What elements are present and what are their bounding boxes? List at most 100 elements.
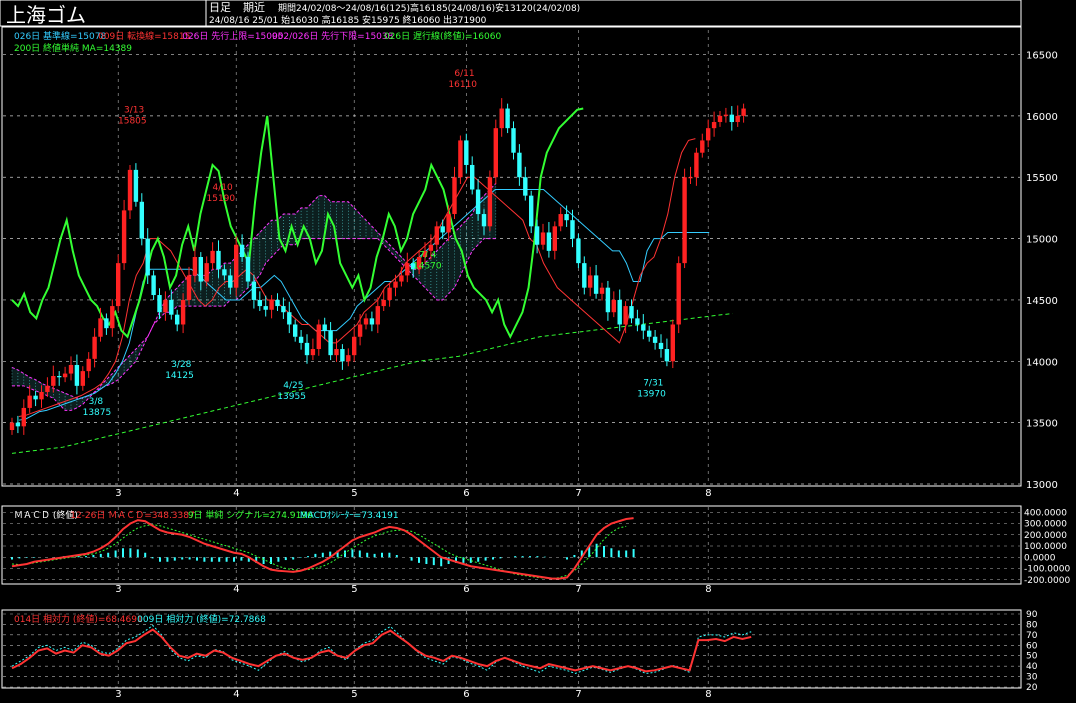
candle-body xyxy=(139,201,144,239)
candle-body xyxy=(310,349,316,356)
candle-body xyxy=(74,364,80,386)
candle-body xyxy=(682,177,687,264)
candle-body xyxy=(676,263,681,325)
candle-body xyxy=(222,269,227,276)
y-tick-label: 15000 xyxy=(1026,235,1058,246)
x-tick-label: 5 xyxy=(351,584,357,595)
candle-body xyxy=(375,306,380,325)
annotation-price: 15190 xyxy=(207,194,236,204)
macd-y-tick-label: -100.0000 xyxy=(1024,565,1070,575)
x-tick-label: 3 xyxy=(115,584,121,595)
candle-body xyxy=(458,140,463,178)
candles xyxy=(9,98,746,435)
candle-body xyxy=(464,140,469,165)
rsi-y-tick-label: 30 xyxy=(1026,673,1038,683)
candle-body xyxy=(652,336,658,343)
macd-panel xyxy=(11,517,635,580)
y-tick-label: 16500 xyxy=(1026,51,1058,62)
candle-body xyxy=(564,214,569,221)
candle-body xyxy=(570,220,575,239)
candle-body xyxy=(92,336,97,359)
macd-y-tick-label: 300.0000 xyxy=(1024,520,1067,530)
candle-body xyxy=(316,324,321,350)
rsi-y-tick-label: 80 xyxy=(1026,620,1038,630)
candle-body xyxy=(39,391,44,400)
macd-y-tick-label: 0.0000 xyxy=(1024,553,1056,563)
y-tick-label: 16000 xyxy=(1026,112,1058,123)
main-panel-frame xyxy=(1,26,1022,487)
annotation-date: 3/13 xyxy=(124,106,144,116)
candle-body xyxy=(499,108,504,129)
candle-body xyxy=(346,355,351,362)
candle-body xyxy=(588,275,593,288)
candle-body xyxy=(405,263,410,276)
candle-body xyxy=(706,128,711,141)
candle-body xyxy=(281,306,286,313)
rsi-y-tick-label: 60 xyxy=(1026,641,1038,651)
y-tick-label: 14000 xyxy=(1026,357,1058,368)
rsi14-line xyxy=(11,628,752,673)
candle-body xyxy=(735,115,740,123)
candle-body xyxy=(151,275,156,296)
candle-body xyxy=(121,210,127,264)
x-tick-label: 3 xyxy=(115,689,121,700)
rsi-legend-entry: 009日 相対力 (終値)=72.7868 xyxy=(137,613,266,625)
x-tick-label: 4 xyxy=(233,689,239,700)
candle-body xyxy=(169,299,174,315)
rsi-y-tick-label: 40 xyxy=(1026,662,1038,672)
candle-body xyxy=(175,314,180,325)
candle-body xyxy=(228,275,233,288)
candle-body xyxy=(381,299,386,307)
candle-body xyxy=(334,349,339,356)
ohlc-info: 24/08/16 25/01 始16030 高16185 安15975 終160… xyxy=(209,14,487,26)
candle-body xyxy=(487,177,493,227)
macd-y-tick-label: 200.0000 xyxy=(1024,531,1067,541)
macd-legend-entry: ＭＡＣＤ (終値) xyxy=(14,509,78,521)
candle-body xyxy=(664,349,670,362)
macd-line xyxy=(11,517,634,580)
candle-body xyxy=(116,263,121,307)
candle-body xyxy=(552,226,557,251)
candle-body xyxy=(21,407,26,427)
y-tick-label: 14500 xyxy=(1026,296,1058,307)
candle-body xyxy=(576,238,581,264)
candle-body xyxy=(322,324,327,331)
macd-legend-entry: 12-26日 ＭＡＣＤ=348.3387 xyxy=(70,510,195,521)
rsi-y-tick-label: 20 xyxy=(1026,683,1038,693)
macd-y-tick-label: 100.0000 xyxy=(1024,542,1067,552)
mode-label: 日足 xyxy=(209,1,231,14)
candle-body xyxy=(694,152,699,178)
candle-body xyxy=(163,299,168,313)
candle-body xyxy=(629,306,634,319)
candle-body xyxy=(62,373,68,378)
x-tick-label: 5 xyxy=(351,689,357,700)
x-tick-label: 3 xyxy=(115,488,121,499)
main-legend-entry: 026日 遅行線(終値)=16060 xyxy=(384,30,502,42)
candle-body xyxy=(15,422,21,427)
annotation-price: 13875 xyxy=(83,408,112,418)
candle-body xyxy=(98,318,103,337)
candle-body xyxy=(192,257,198,276)
legends: 026日 基準線=15078009日 転換線=15815026日 先行上限=15… xyxy=(14,30,501,625)
candle-body xyxy=(399,275,404,282)
candle-body xyxy=(245,257,251,282)
candle-body xyxy=(517,152,522,178)
candle-body xyxy=(287,312,292,325)
candle-body xyxy=(658,342,664,350)
candle-body xyxy=(204,263,209,282)
candle-body xyxy=(340,349,345,362)
x-tick-label: 6 xyxy=(463,689,469,700)
candle-body xyxy=(493,128,498,178)
rsi-y-tick-label: 50 xyxy=(1026,652,1038,662)
annotation-date: 7/ 4 xyxy=(419,250,437,260)
candle-body xyxy=(593,275,599,294)
x-tick-label: 8 xyxy=(705,488,711,499)
x-tick-label: 6 xyxy=(463,488,469,499)
candle-body xyxy=(263,306,268,310)
candle-body xyxy=(27,395,32,408)
macd-legend-entry: MACDｵｼﾚｰﾀｰ=73.4191 xyxy=(300,510,399,521)
candle-body xyxy=(540,232,546,245)
annotation-price: 16110 xyxy=(448,80,477,90)
candle-body xyxy=(328,330,333,356)
annotation-price: 13955 xyxy=(277,392,306,402)
